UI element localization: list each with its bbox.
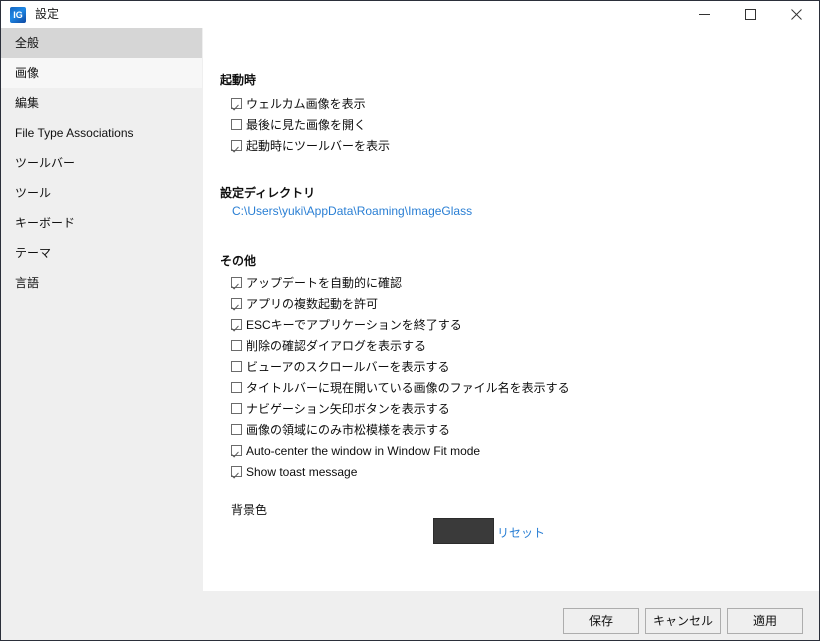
checkbox-label: タイトルバーに現在開いている画像のファイル名を表示する xyxy=(246,381,570,395)
background-color-reset-link[interactable]: リセット xyxy=(497,524,545,541)
sidebar-item-label: ツールバー xyxy=(15,156,76,170)
checkbox-show-toolbar-on-startup[interactable] xyxy=(231,140,242,151)
sidebar-item-label: キーボード xyxy=(15,216,76,230)
sidebar-item-toolbar[interactable]: ツールバー xyxy=(1,148,202,178)
section-title-config-directory: 設定ディレクトリ xyxy=(220,186,316,200)
checkbox-label: 画像の領域にのみ市松模様を表示する xyxy=(246,423,451,437)
checkbox-esc-to-quit[interactable] xyxy=(231,319,242,330)
checkbox-row-show-toast-message[interactable]: Show toast message xyxy=(231,463,357,480)
sidebar-item-language[interactable]: 言語 xyxy=(1,268,202,298)
sidebar-item-keyboard[interactable]: キーボード xyxy=(1,208,202,238)
checkbox-confirm-delete-dialog[interactable] xyxy=(231,340,242,351)
checkbox-label: ナビゲーション矢印ボタンを表示する xyxy=(246,402,450,416)
checkbox-label: ビューアのスクロールバーを表示する xyxy=(246,360,450,374)
checkbox-row-open-last-image[interactable]: 最後に見た画像を開く xyxy=(231,116,366,133)
maximize-button[interactable] xyxy=(727,1,773,28)
background-color-swatch[interactable] xyxy=(433,518,494,544)
checkbox-row-show-filename-in-titlebar[interactable]: タイトルバーに現在開いている画像のファイル名を表示する xyxy=(231,379,570,396)
sidebar-item-label: 言語 xyxy=(15,276,40,290)
checkbox-checkerboard-image-region-only[interactable] xyxy=(231,424,242,435)
minimize-icon xyxy=(698,14,710,15)
section-title-startup: 起動時 xyxy=(220,73,257,87)
sidebar-item-image[interactable]: 画像 xyxy=(1,58,202,88)
sidebar-item-tools[interactable]: ツール xyxy=(1,178,202,208)
app-icon: IG xyxy=(10,6,26,23)
maximize-icon xyxy=(744,9,756,20)
checkbox-row-auto-center-window[interactable]: Auto-center the window in Window Fit mod… xyxy=(231,442,480,459)
checkbox-label: アプリの複数起動を許可 xyxy=(246,297,379,311)
checkbox-auto-center-window[interactable] xyxy=(231,445,242,456)
checkbox-row-allow-multi-instance[interactable]: アプリの複数起動を許可 xyxy=(231,295,378,312)
checkbox-label: 削除の確認ダイアログを表示する xyxy=(246,339,427,353)
sidebar-item-label: テーマ xyxy=(15,246,52,260)
cancel-button[interactable]: キャンセル xyxy=(645,608,721,634)
checkbox-row-show-viewer-scrollbars[interactable]: ビューアのスクロールバーを表示する xyxy=(231,358,450,375)
title-bar: IG 設定 xyxy=(1,1,819,28)
minimize-button[interactable] xyxy=(681,1,727,28)
checkbox-label: ESCキーでアプリケーションを終了する xyxy=(246,318,462,332)
checkbox-row-confirm-delete-dialog[interactable]: 削除の確認ダイアログを表示する xyxy=(231,337,426,354)
sidebar-item-file-types[interactable]: File Type Associations xyxy=(1,118,202,148)
checkbox-row-show-welcome-image[interactable]: ウェルカム画像を表示 xyxy=(231,95,366,112)
footer-bar: 保存 キャンセル 適用 xyxy=(1,591,819,640)
save-button[interactable]: 保存 xyxy=(563,608,639,634)
checkbox-show-viewer-scrollbars[interactable] xyxy=(231,361,242,372)
app-icon-glyph: IG xyxy=(13,9,23,20)
checkbox-row-checkerboard-image-region-only[interactable]: 画像の領域にのみ市松模様を表示する xyxy=(231,421,450,438)
settings-window: IG 設定 全般 画像 編集 File Type Associations ツー… xyxy=(0,0,820,641)
checkbox-open-last-image[interactable] xyxy=(231,119,242,130)
section-title-other: その他 xyxy=(220,254,257,268)
label-background-color: 背景色 xyxy=(231,503,268,517)
checkbox-label: 起動時にツールバーを表示 xyxy=(246,139,391,153)
window-title: 設定 xyxy=(35,7,60,21)
close-button[interactable] xyxy=(773,1,819,28)
sidebar-item-theme[interactable]: テーマ xyxy=(1,238,202,268)
checkbox-show-filename-in-titlebar[interactable] xyxy=(231,382,242,393)
checkbox-row-auto-check-update[interactable]: アップデートを自動的に確認 xyxy=(231,274,402,291)
checkbox-auto-check-update[interactable] xyxy=(231,277,242,288)
checkbox-row-esc-to-quit[interactable]: ESCキーでアプリケーションを終了する xyxy=(231,316,462,333)
sidebar: 全般 画像 編集 File Type Associations ツールバー ツー… xyxy=(1,28,202,640)
sidebar-item-label: 編集 xyxy=(15,96,40,110)
checkbox-label: ウェルカム画像を表示 xyxy=(246,97,366,111)
checkbox-label: Auto-center the window in Window Fit mod… xyxy=(246,443,481,458)
checkbox-show-welcome-image[interactable] xyxy=(231,98,242,109)
settings-content-panel: 起動時 ウェルカム画像を表示 最後に見た画像を開く 起動時にツールバーを表示 設… xyxy=(203,28,819,591)
sidebar-item-label: 全般 xyxy=(15,36,40,50)
checkbox-allow-multi-instance[interactable] xyxy=(231,298,242,309)
checkbox-label: 最後に見た画像を開く xyxy=(246,118,367,132)
sidebar-item-label: ツール xyxy=(15,186,52,200)
sidebar-item-edit[interactable]: 編集 xyxy=(1,88,202,118)
apply-button[interactable]: 適用 xyxy=(727,608,803,634)
config-directory-path-link[interactable]: C:\Users\yuki\AppData\Roaming\ImageGlass xyxy=(232,204,472,218)
checkbox-label: アップデートを自動的に確認 xyxy=(246,276,403,290)
close-icon xyxy=(790,9,802,20)
sidebar-item-label: 画像 xyxy=(15,66,40,80)
checkbox-row-show-navigation-arrows[interactable]: ナビゲーション矢印ボタンを表示する xyxy=(231,400,450,417)
sidebar-item-general[interactable]: 全般 xyxy=(1,28,202,58)
window-controls xyxy=(681,1,819,28)
checkbox-label: Show toast message xyxy=(246,464,358,479)
checkbox-show-navigation-arrows[interactable] xyxy=(231,403,242,414)
checkbox-show-toast-message[interactable] xyxy=(231,466,242,477)
sidebar-item-label: File Type Associations xyxy=(15,126,134,140)
checkbox-row-show-toolbar-on-startup[interactable]: 起動時にツールバーを表示 xyxy=(231,137,390,154)
